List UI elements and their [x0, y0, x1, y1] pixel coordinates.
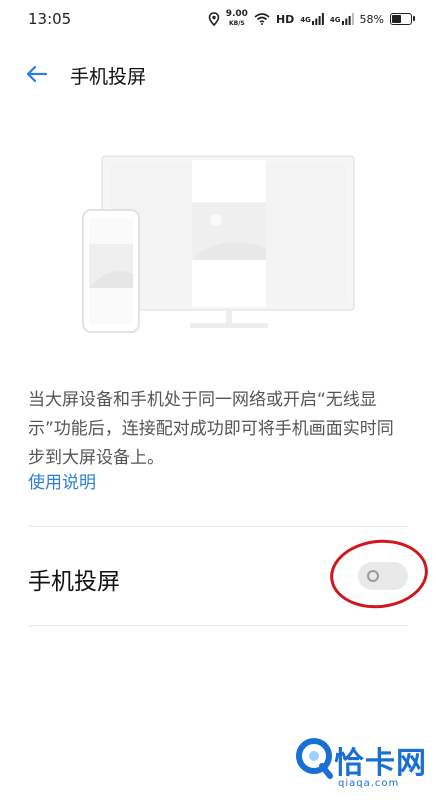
divider-top [28, 526, 408, 527]
battery-icon [390, 13, 415, 25]
location-icon [208, 12, 220, 26]
battery-level [392, 15, 401, 23]
description-text: 当大屏设备和手机处于同一网络或开启“无线显示”功能后，连接配对成功即可将手机画面… [28, 390, 394, 468]
status-time: 13:05 [28, 10, 72, 28]
usage-instructions-link[interactable]: 使用说明 [28, 468, 96, 493]
app-header: 手机投屏 [0, 52, 436, 96]
signal-2-icon: 4G [330, 13, 354, 25]
net-speed: 9.00 KB/S [226, 10, 248, 28]
net-speed-value: 9.00 [225, 9, 248, 19]
wifi-icon [254, 13, 270, 25]
divider-bottom [28, 625, 408, 626]
status-bar: 13:05 9.00 KB/S HD 4G 4G 58% [0, 0, 436, 38]
hd-label: HD [275, 12, 295, 26]
back-arrow-icon [26, 65, 48, 83]
net-speed-unit: KB/S [228, 20, 245, 27]
tv-phone-cast-illustration-icon [82, 155, 355, 333]
status-icons: 9.00 KB/S HD 4G 4G 58% [208, 10, 415, 28]
back-button[interactable] [22, 60, 52, 88]
signal-1-icon: 4G [300, 13, 324, 25]
setting-label: 手机投屏 [28, 569, 120, 595]
watermark-text: 恰卡网 [334, 746, 427, 781]
qiaqa-logo-icon [296, 738, 333, 779]
signal-2-label: 4G [329, 16, 341, 24]
watermark: 恰卡网 qiaqa.com [294, 736, 434, 800]
battery-percent: 58% [359, 12, 384, 26]
screen-cast-illustration [80, 152, 360, 337]
watermark-subtext: qiaqa.com [338, 778, 400, 789]
page-title: 手机投屏 [70, 66, 147, 88]
signal-1-label: 4G [300, 16, 311, 24]
